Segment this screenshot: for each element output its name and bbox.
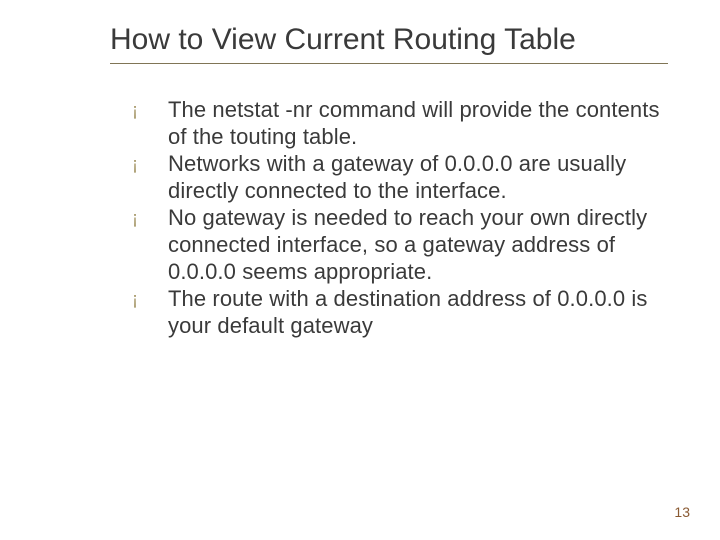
slide: How to View Current Routing Table ¡ The … [0, 0, 720, 540]
list-item-text: Networks with a gateway of 0.0.0.0 are u… [168, 150, 662, 204]
slide-title: How to View Current Routing Table [110, 22, 670, 58]
list-item-text: The route with a destination address of … [168, 285, 662, 339]
slide-body: ¡ The netstat -nr command will provide t… [132, 96, 662, 339]
title-underline [110, 63, 668, 64]
list-item: ¡ No gateway is needed to reach your own… [132, 204, 662, 285]
list-item-text: No gateway is needed to reach your own d… [168, 204, 662, 285]
bullet-icon: ¡ [132, 285, 168, 313]
bullet-icon: ¡ [132, 150, 168, 178]
page-number: 13 [674, 504, 690, 520]
list-item-text: The netstat -nr command will provide the… [168, 96, 662, 150]
bullet-icon: ¡ [132, 96, 168, 124]
bullet-icon: ¡ [132, 204, 168, 232]
list-item: ¡ The netstat -nr command will provide t… [132, 96, 662, 150]
list-item: ¡ Networks with a gateway of 0.0.0.0 are… [132, 150, 662, 204]
list-item: ¡ The route with a destination address o… [132, 285, 662, 339]
